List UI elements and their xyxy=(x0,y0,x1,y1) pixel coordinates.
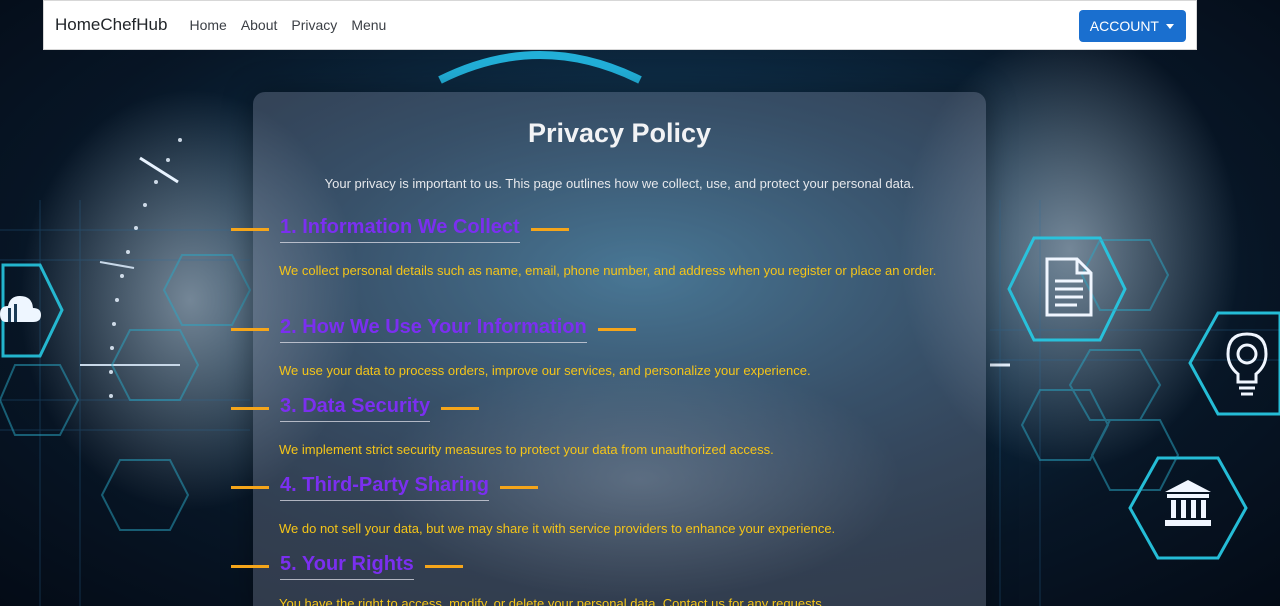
heading-dash-left xyxy=(231,486,269,489)
document-icon xyxy=(1045,257,1093,317)
heading-dash-right xyxy=(530,228,569,231)
chevron-down-icon xyxy=(1166,23,1174,29)
section-heading-text: 4. Third-Party Sharing xyxy=(280,474,489,501)
heading-dash-left xyxy=(231,328,269,331)
section-heading: 3. Data Security xyxy=(231,395,480,422)
section-heading: 1. Information We Collect xyxy=(231,216,569,243)
bank-icon xyxy=(1165,480,1211,526)
nav-link-privacy[interactable]: Privacy xyxy=(291,17,337,33)
nav-link-home[interactable]: Home xyxy=(189,17,226,33)
section-heading-text: 3. Data Security xyxy=(280,395,431,422)
section-heading-text: 2. How We Use Your Information xyxy=(280,316,587,343)
heading-dash-left xyxy=(231,407,269,410)
nav-link-about[interactable]: About xyxy=(241,17,278,33)
top-navbar: HomeChefHub Home About Privacy Menu ACCO… xyxy=(43,0,1197,50)
page-title: Privacy Policy xyxy=(527,118,712,148)
section-heading: 4. Third-Party Sharing xyxy=(231,474,538,501)
account-dropdown-button[interactable]: ACCOUNT xyxy=(1078,10,1186,42)
intro-text: Your privacy is important to us. This pa… xyxy=(324,176,915,191)
heading-dash-left xyxy=(231,565,269,568)
section-body: We implement strict security measures to… xyxy=(279,442,774,457)
lightbulb-icon xyxy=(1226,332,1268,396)
section-body: We collect personal details such as name… xyxy=(279,263,937,278)
heading-dash-right xyxy=(424,565,463,568)
section-heading-text: 5. Your Rights xyxy=(280,553,414,580)
account-button-label: ACCOUNT xyxy=(1089,18,1159,34)
section-body: You have the right to access, modify, or… xyxy=(279,596,826,606)
nav-link-menu[interactable]: Menu xyxy=(351,17,386,33)
nav-links: Home About Privacy Menu xyxy=(189,17,400,33)
section-body: We use your data to process orders, impr… xyxy=(279,363,811,378)
brand-logo[interactable]: HomeChefHub xyxy=(55,15,167,35)
heading-dash-right xyxy=(597,328,636,331)
section-body: We do not sell your data, but we may sha… xyxy=(279,521,836,536)
section-heading: 5. Your Rights xyxy=(231,553,463,580)
heading-dash-right xyxy=(499,486,538,489)
section-heading-text: 1. Information We Collect xyxy=(280,216,520,243)
section-heading: 2. How We Use Your Information xyxy=(231,316,636,343)
cloud-icon xyxy=(0,296,41,322)
heading-dash-left xyxy=(231,228,269,231)
heading-dash-right xyxy=(441,407,480,410)
